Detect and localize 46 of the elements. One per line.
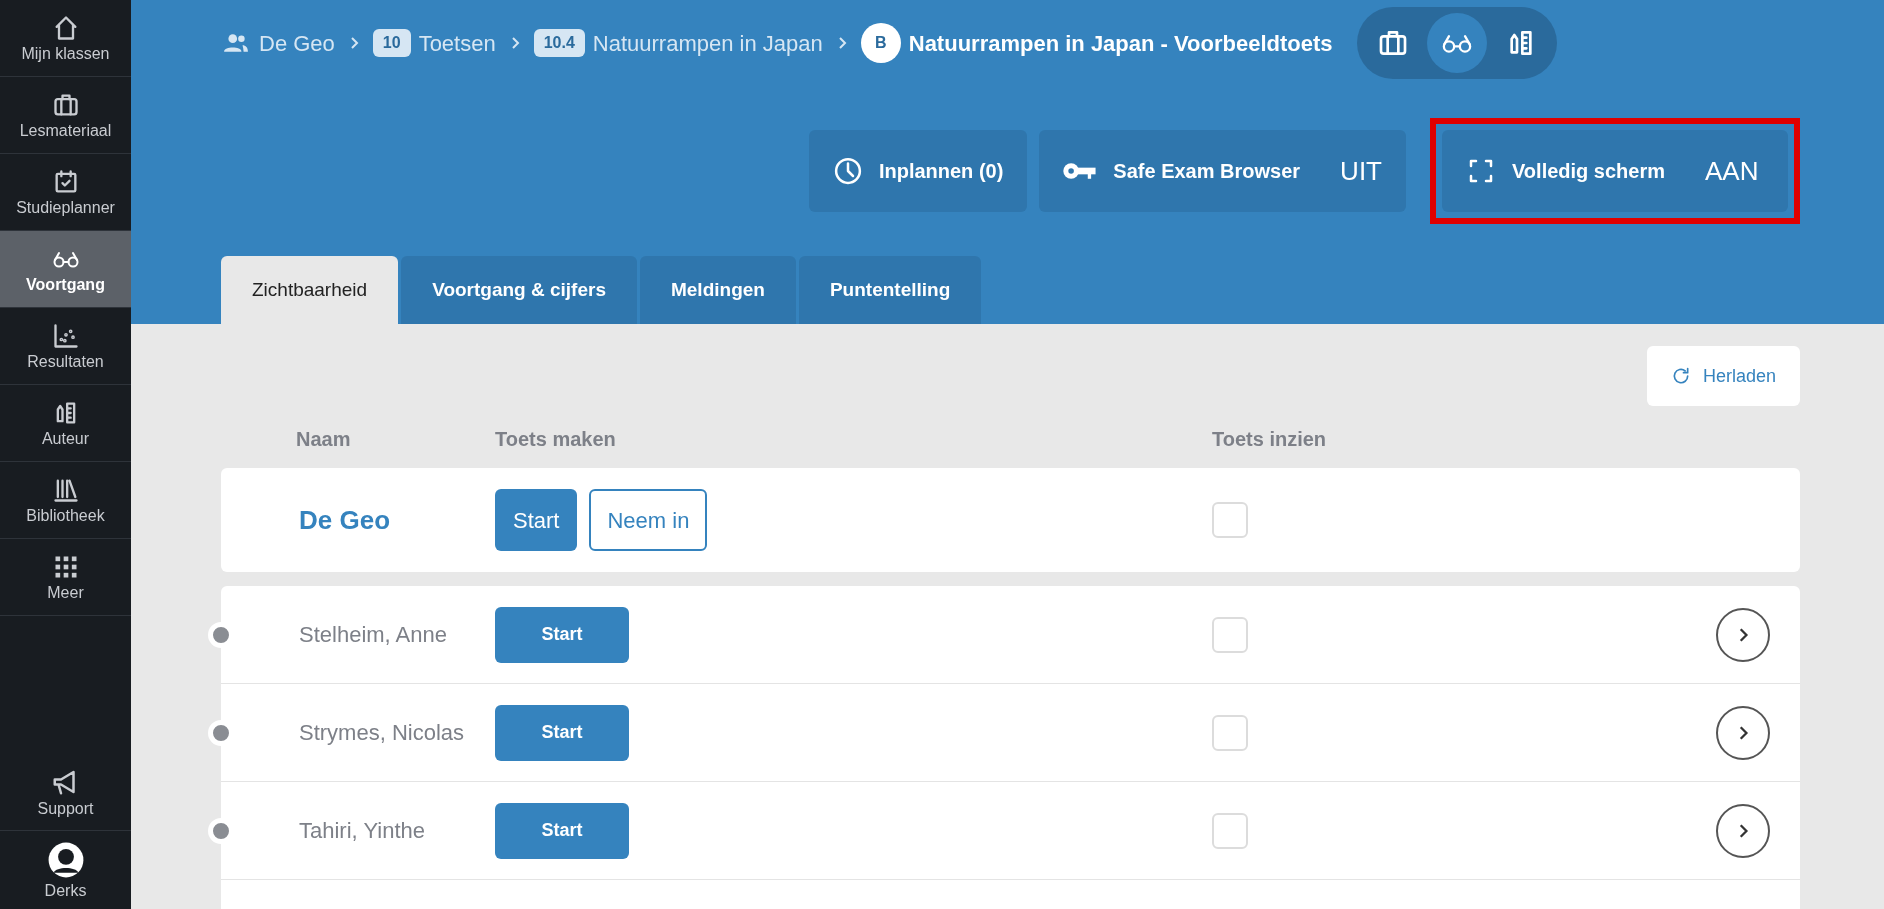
chevron-right-button[interactable] [1716, 803, 1770, 858]
checkbox[interactable] [1212, 616, 1248, 653]
breadcrumb-link[interactable]: 10.4 Natuurrampen in Japan [533, 26, 823, 60]
letter-badge: B [860, 23, 901, 63]
toggle-button[interactable]: Volledig scherm AAN [1442, 130, 1788, 212]
checkbox[interactable] [1212, 714, 1248, 751]
student-name: Strymes, Nicolas [298, 719, 466, 747]
checkbox[interactable] [1212, 502, 1248, 538]
number-badge: 10.4 [533, 29, 585, 57]
number-badge: 10 [372, 29, 411, 57]
start-button[interactable]: Start [495, 489, 578, 551]
books-icon [51, 476, 80, 504]
sidebar-item[interactable]: Voortgang [0, 231, 131, 308]
breadcrumb-link[interactable]: De Geo [221, 26, 335, 60]
student-name: Tahiri, Yinthe [298, 817, 426, 845]
column-header: Toets inzien [1212, 427, 1327, 452]
breadcrumb-current[interactable]: B Natuurrampen in Japan - Voorbeeldtoets [860, 23, 1333, 63]
sidebar-item[interactable]: Meer [0, 539, 131, 616]
tab[interactable]: Zichtbaarheid [221, 256, 399, 324]
sidebar-item[interactable]: Resultaten [0, 308, 131, 385]
start-button[interactable]: Start [495, 606, 629, 663]
checkbox[interactable] [1212, 812, 1248, 849]
sidebar-item[interactable]: Auteur [0, 385, 131, 462]
tab[interactable]: Voortgang & cijfers [401, 256, 637, 324]
chevron-right-button[interactable] [1716, 705, 1770, 760]
tab[interactable]: Puntentelling [798, 256, 982, 324]
student-name: Stelheim, Anne [298, 621, 448, 649]
column-header: Toets maken [495, 427, 617, 452]
reload-button[interactable]: Herladen [1646, 346, 1800, 406]
chevron-right-button[interactable] [1716, 607, 1770, 662]
start-button[interactable]: Start [495, 802, 629, 859]
collect-button[interactable]: Neem in [589, 489, 708, 551]
clock-icon [832, 156, 863, 186]
breadcrumb-link[interactable]: 10 Toetsen [372, 26, 496, 60]
column-header: Naam [295, 427, 352, 452]
sidebar-item[interactable]: Bibliotheek [0, 462, 131, 539]
start-button[interactable]: Start [495, 704, 629, 761]
sidebar-item[interactable]: Derks [0, 831, 131, 909]
group-name: De Geo [298, 503, 392, 537]
sidebar-item[interactable]: Support [0, 753, 131, 831]
toggle-button[interactable]: Safe Exam Browser UIT [1039, 130, 1406, 212]
scatter-chart-icon [51, 322, 80, 350]
avatar-icon [46, 841, 85, 879]
tab[interactable]: Meldingen [639, 256, 796, 324]
key-icon [1063, 161, 1098, 181]
toggle-button[interactable]: Inplannen (0) [808, 130, 1028, 212]
